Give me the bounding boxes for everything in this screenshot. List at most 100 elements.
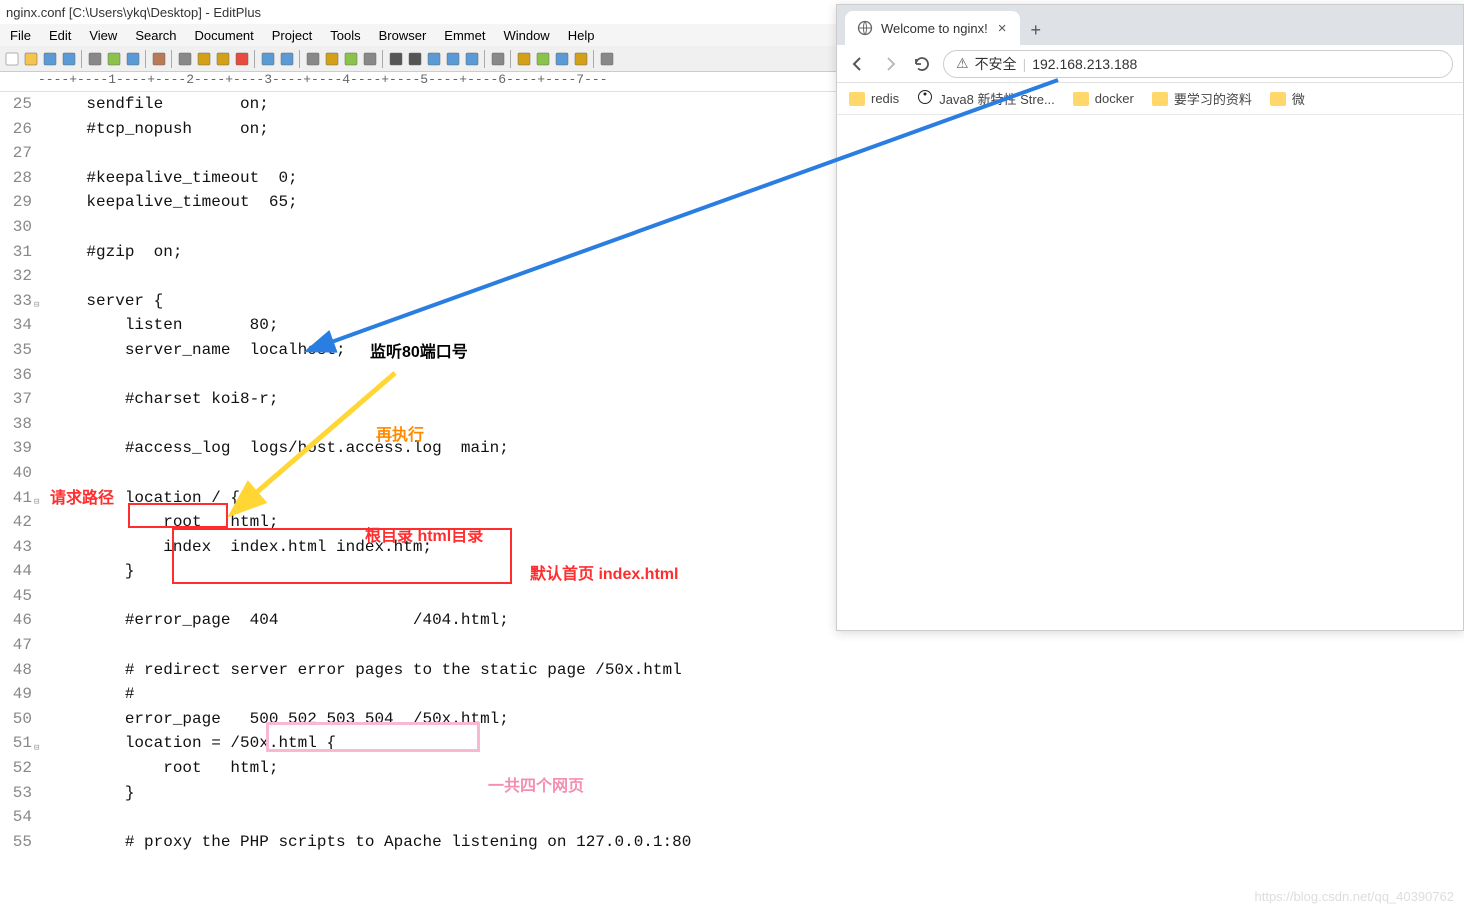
- line-number: 42: [0, 510, 32, 535]
- code-line[interactable]: error_page 500 502 503 504 /50x.html;: [48, 707, 691, 732]
- menu-help[interactable]: Help: [560, 26, 603, 45]
- code-line[interactable]: [48, 584, 691, 609]
- toolbar-wrap-icon[interactable]: [444, 50, 462, 68]
- code-line[interactable]: [48, 805, 691, 830]
- toolbar-arrow-icon[interactable]: [598, 50, 616, 68]
- toolbar-cut-icon[interactable]: [176, 50, 194, 68]
- toolbar-hex-icon[interactable]: [406, 50, 424, 68]
- code-line[interactable]: #gzip on;: [48, 240, 691, 265]
- toolbar-delete-icon[interactable]: [233, 50, 251, 68]
- forward-button[interactable]: [879, 53, 901, 75]
- menu-emmet[interactable]: Emmet: [436, 26, 493, 45]
- toolbar-findnext-icon[interactable]: [323, 50, 341, 68]
- code-line[interactable]: # proxy the PHP scripts to Apache listen…: [48, 830, 691, 855]
- menu-view[interactable]: View: [81, 26, 125, 45]
- code-line[interactable]: sendfile on;: [48, 92, 691, 117]
- code-line[interactable]: }: [48, 559, 691, 584]
- line-number: 47: [0, 633, 32, 658]
- line-number: 28: [0, 166, 32, 191]
- code-line[interactable]: [48, 141, 691, 166]
- address-bar: ⚠ 不安全 | 192.168.213.188: [837, 45, 1463, 83]
- back-button[interactable]: [847, 53, 869, 75]
- tab-strip: Welcome to nginx! × +: [837, 5, 1463, 45]
- site-icon: [917, 89, 933, 108]
- toolbar-new-icon[interactable]: [3, 50, 21, 68]
- code-line[interactable]: #keepalive_timeout 0;: [48, 166, 691, 191]
- browser-viewport[interactable]: [837, 115, 1463, 630]
- toolbar-print-icon[interactable]: [86, 50, 104, 68]
- folder-icon: [1152, 92, 1168, 106]
- code-line[interactable]: [48, 461, 691, 486]
- toolbar-linenum-icon[interactable]: [463, 50, 481, 68]
- code-line[interactable]: server_name localhost;: [48, 338, 691, 363]
- toolbar-undo-icon[interactable]: [259, 50, 277, 68]
- bookmarks-bar: redis Java8 新特性 Stre... docker 要学习的资料微: [837, 83, 1463, 115]
- toolbar-browser1-icon[interactable]: [515, 50, 533, 68]
- toolbar-find-icon[interactable]: [304, 50, 322, 68]
- code-line[interactable]: [48, 412, 691, 437]
- toolbar-spell-icon[interactable]: [124, 50, 142, 68]
- code-line[interactable]: #error_page 404 /404.html;: [48, 608, 691, 633]
- toolbar-browser4-icon[interactable]: [572, 50, 590, 68]
- code-line[interactable]: [48, 363, 691, 388]
- toolbar-goto-icon[interactable]: [361, 50, 379, 68]
- code-content[interactable]: sendfile on; #tcp_nopush on; #keepalive_…: [48, 92, 691, 854]
- toolbar-paste-icon[interactable]: [214, 50, 232, 68]
- toolbar-font-icon[interactable]: [387, 50, 405, 68]
- menu-file[interactable]: File: [2, 26, 39, 45]
- code-line[interactable]: root html;: [48, 510, 691, 535]
- bookmark-item[interactable]: Java8 新特性 Stre...: [917, 89, 1055, 108]
- toolbar-split-icon[interactable]: [489, 50, 507, 68]
- code-line[interactable]: #access_log logs/host.access.log main;: [48, 436, 691, 461]
- menu-window[interactable]: Window: [495, 26, 557, 45]
- menu-project[interactable]: Project: [264, 26, 320, 45]
- code-line[interactable]: keepalive_timeout 65;: [48, 190, 691, 215]
- menu-search[interactable]: Search: [127, 26, 184, 45]
- menu-tools[interactable]: Tools: [322, 26, 368, 45]
- url-text: 192.168.213.188: [1032, 56, 1137, 72]
- bookmark-item[interactable]: redis: [849, 91, 899, 106]
- bookmark-label: redis: [871, 91, 899, 106]
- code-line[interactable]: location / {: [48, 486, 691, 511]
- line-number: 55: [0, 830, 32, 855]
- new-tab-button[interactable]: +: [1020, 16, 1051, 45]
- toolbar-replace-icon[interactable]: [342, 50, 360, 68]
- url-input[interactable]: ⚠ 不安全 | 192.168.213.188: [943, 50, 1453, 78]
- menu-edit[interactable]: Edit: [41, 26, 79, 45]
- code-line[interactable]: server {: [48, 289, 691, 314]
- toolbar-open-icon[interactable]: [22, 50, 40, 68]
- tab-close-icon[interactable]: ×: [996, 20, 1009, 37]
- bookmark-item[interactable]: docker: [1073, 91, 1134, 106]
- toolbar-browser2-icon[interactable]: [534, 50, 552, 68]
- code-line[interactable]: [48, 264, 691, 289]
- menu-document[interactable]: Document: [187, 26, 262, 45]
- browser-tab[interactable]: Welcome to nginx! ×: [845, 11, 1020, 45]
- bookmark-item[interactable]: 微: [1270, 89, 1305, 108]
- toolbar-redo-icon[interactable]: [278, 50, 296, 68]
- toolbar-copy-icon[interactable]: [195, 50, 213, 68]
- folder-icon: [849, 92, 865, 106]
- code-line[interactable]: [48, 215, 691, 240]
- code-line[interactable]: index index.html index.htm;: [48, 535, 691, 560]
- toolbar-save-icon[interactable]: [41, 50, 59, 68]
- line-number: 46: [0, 608, 32, 633]
- folder-icon: [1073, 92, 1089, 106]
- code-line[interactable]: # redirect server error pages to the sta…: [48, 658, 691, 683]
- code-line[interactable]: #tcp_nopush on;: [48, 117, 691, 142]
- code-line[interactable]: #charset koi8-r;: [48, 387, 691, 412]
- code-line[interactable]: #: [48, 682, 691, 707]
- code-line[interactable]: location = /50x.html {: [48, 731, 691, 756]
- code-line[interactable]: }: [48, 781, 691, 806]
- code-line[interactable]: root html;: [48, 756, 691, 781]
- toolbar-bookmark-icon[interactable]: [150, 50, 168, 68]
- menu-browser[interactable]: Browser: [371, 26, 435, 45]
- toolbar-preview-icon[interactable]: [105, 50, 123, 68]
- code-line[interactable]: listen 80;: [48, 313, 691, 338]
- bookmark-item[interactable]: 要学习的资料: [1152, 89, 1252, 108]
- toolbar-saveall-icon[interactable]: [60, 50, 78, 68]
- code-line[interactable]: [48, 633, 691, 658]
- toolbar-word-icon[interactable]: [425, 50, 443, 68]
- line-number: 40: [0, 461, 32, 486]
- reload-button[interactable]: [911, 53, 933, 75]
- toolbar-browser3-icon[interactable]: [553, 50, 571, 68]
